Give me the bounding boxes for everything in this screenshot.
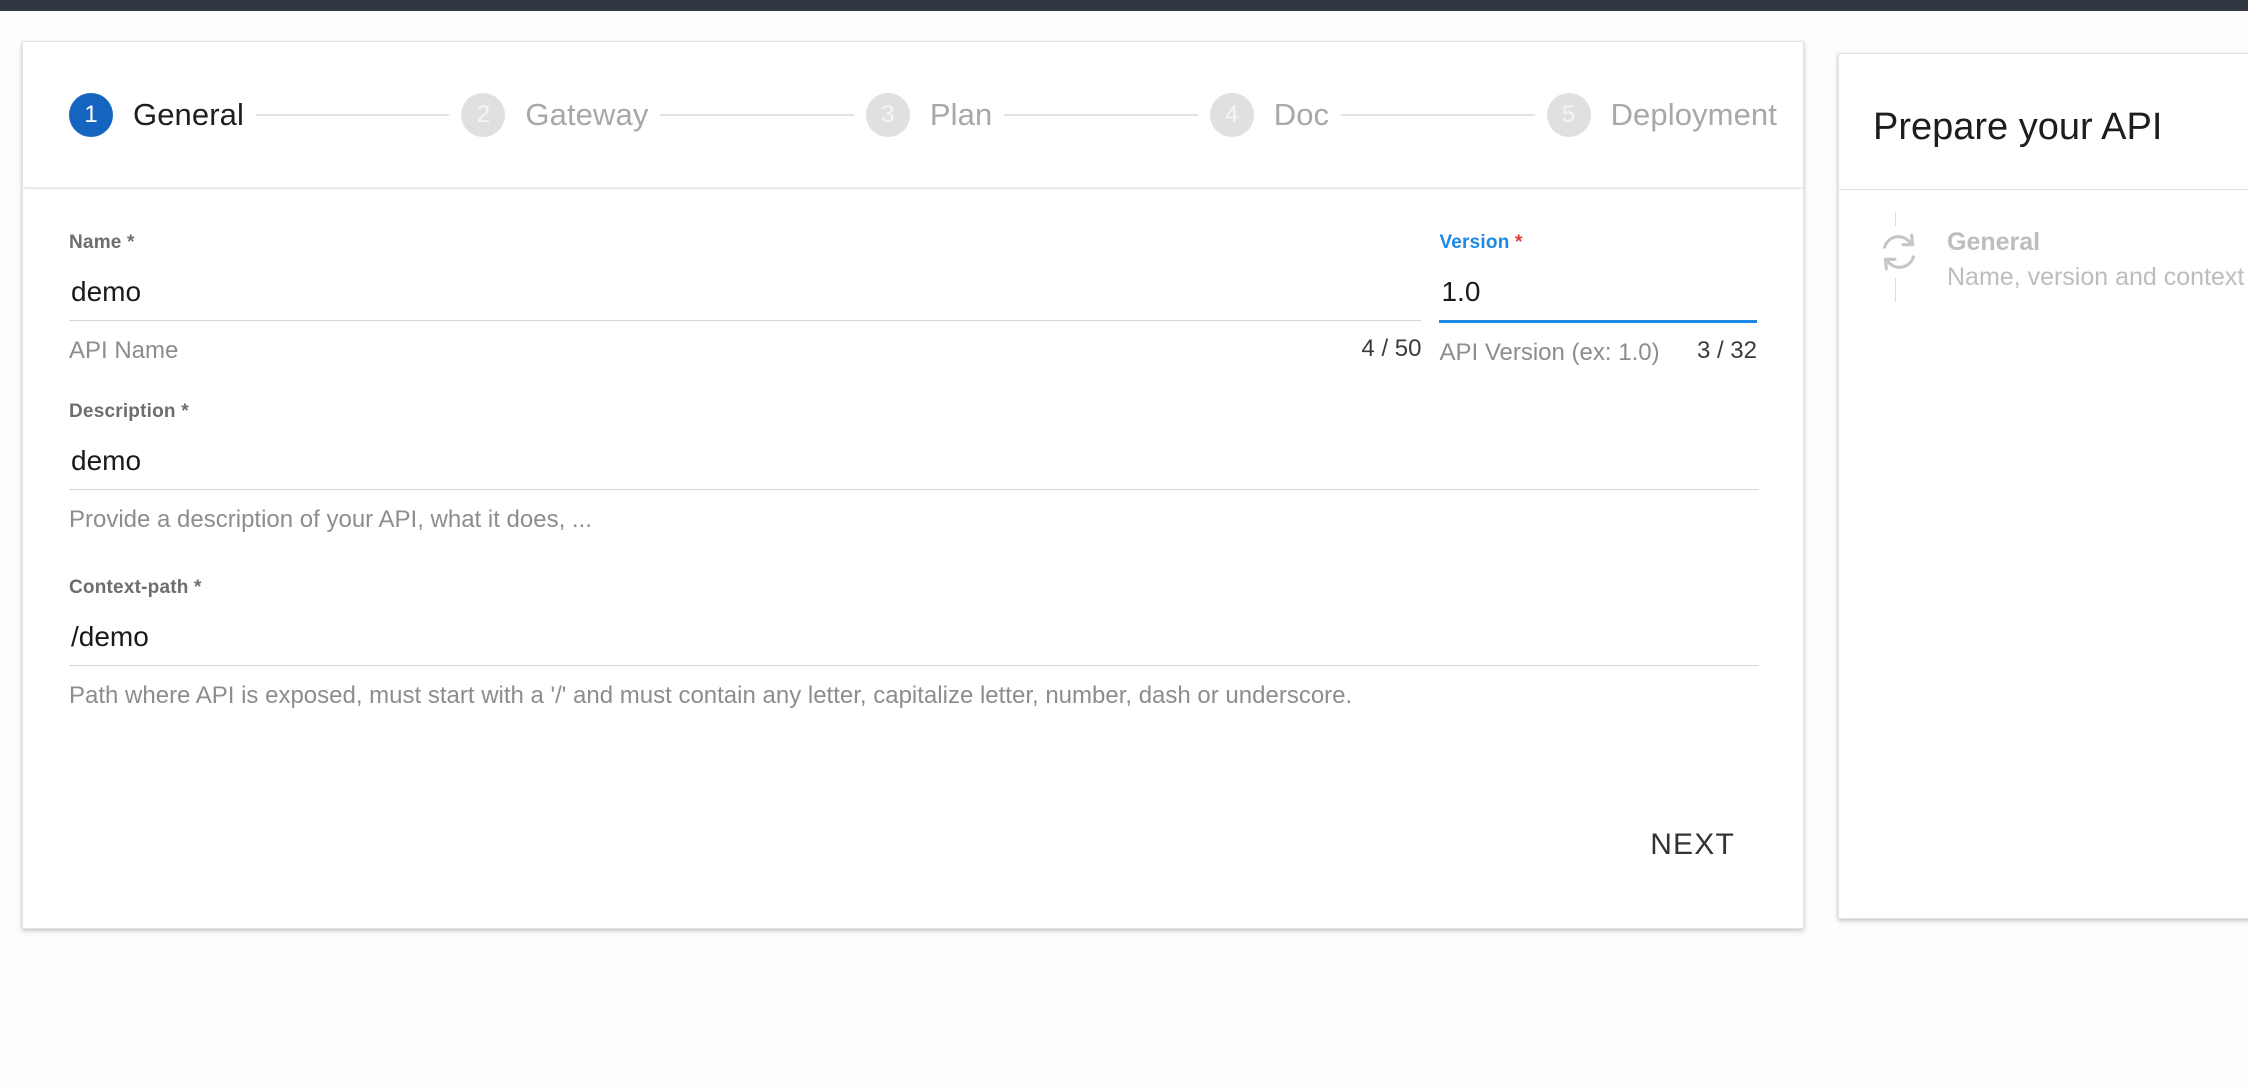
name-input[interactable] [69, 276, 1422, 320]
step-label-plan: Plan [929, 96, 993, 132]
field-description: Description * Provide a description of y… [69, 401, 1759, 544]
version-input[interactable] [1439, 276, 1757, 320]
field-name-required-marker: * [127, 232, 135, 253]
step-label-general: General [133, 96, 244, 132]
sync-icon [1873, 226, 1925, 278]
field-version-underline [1439, 320, 1757, 323]
step-number-badge-1: 1 [69, 92, 113, 137]
field-name: Name * API Name 4 / 50 [69, 232, 1422, 377]
field-context-path-underline [69, 664, 1759, 666]
field-context-path-footer: Path where API is exposed, must start wi… [69, 680, 1759, 712]
stepper-step-doc[interactable]: 4 Doc [1209, 92, 1330, 137]
field-description-label: Description * [69, 401, 1759, 423]
panel-item-title: General [1947, 228, 2041, 256]
form-spacer-1 [69, 377, 1757, 401]
api-wizard-card: 1 General 2 Gateway 3 Plan 4 Doc 5 Deplo… [22, 41, 1804, 929]
field-context-path-hint: Path where API is exposed, must start wi… [69, 681, 1353, 709]
step-label-doc: Doc [1273, 96, 1330, 132]
field-name-footer: API Name 4 / 50 [69, 335, 1421, 367]
field-description-footer: Provide a description of your API, what … [69, 504, 1759, 536]
field-name-hint: API Name [69, 337, 179, 364]
description-input[interactable] [69, 445, 1759, 490]
field-description-hint: Provide a description of your API, what … [69, 506, 592, 534]
step-number-badge-4: 4 [1209, 92, 1254, 137]
panel-title: Prepare your API [1873, 106, 2163, 148]
field-version-required-marker: * [1515, 232, 1523, 253]
step-connector-1 [256, 113, 450, 116]
general-step-form: Name * API Name 4 / 50 [23, 188, 1803, 928]
wizard-stepper: 1 General 2 Gateway 3 Plan 4 Doc 5 Deplo… [23, 42, 1803, 188]
panel-item-text: General Name, version and context [1947, 226, 2244, 292]
field-context-path-label-text: Context-path [69, 576, 189, 598]
field-version-input-wrap [1439, 276, 1757, 323]
field-version: Version * API Version (ex: 1.0) 3 / 32 [1439, 232, 1757, 377]
stepper-step-plan[interactable]: 3 Plan [865, 92, 993, 137]
field-name-label-text: Name [69, 232, 122, 253]
field-version-label: Version * [1439, 232, 1757, 254]
field-description-underline [69, 489, 1759, 491]
step-label-gateway: Gateway [525, 96, 649, 132]
field-context-path-required-marker: * [194, 576, 202, 598]
wizard-footer-actions: NEXT [1628, 818, 1757, 872]
step-connector-3 [1004, 113, 1198, 116]
step-number-badge-3: 3 [865, 92, 910, 137]
next-button[interactable]: NEXT [1628, 818, 1757, 872]
field-description-label-text: Description [69, 401, 176, 423]
field-description-input-wrap [69, 445, 1759, 491]
stepper-step-general[interactable]: 1 General [69, 92, 244, 137]
form-spacer-2 [69, 545, 1757, 577]
field-name-label: Name * [69, 232, 1421, 254]
field-context-path: Context-path * Path where API is exposed… [69, 577, 1759, 720]
field-name-counter: 4 / 50 [1361, 335, 1422, 362]
field-version-footer: API Version (ex: 1.0) 3 / 32 [1439, 337, 1757, 369]
field-description-required-marker: * [181, 401, 189, 423]
panel-item-subtitle: Name, version and context [1947, 263, 2245, 291]
form-row-name-version: Name * API Name 4 / 50 [69, 232, 1757, 377]
page-container: 1 General 2 Gateway 3 Plan 4 Doc 5 Deplo… [0, 11, 2248, 1090]
top-app-bar [0, 0, 2248, 11]
context-path-input[interactable] [69, 620, 1759, 665]
field-version-counter: 3 / 32 [1696, 337, 1757, 364]
field-context-path-label: Context-path * [69, 577, 1759, 599]
step-number-badge-2: 2 [461, 92, 506, 137]
step-label-deployment: Deployment [1610, 96, 1777, 132]
field-name-input-wrap [69, 276, 1422, 321]
stepper-step-gateway[interactable]: 2 Gateway [461, 92, 649, 137]
panel-item-general[interactable]: General Name, version and context [1873, 190, 2248, 302]
step-number-badge-5: 5 [1546, 92, 1591, 137]
stepper-step-deployment[interactable]: 5 Deployment [1546, 92, 1777, 137]
app-root: 1 General 2 Gateway 3 Plan 4 Doc 5 Deplo… [0, 0, 2248, 1090]
field-name-underline [69, 320, 1422, 321]
step-connector-2 [660, 113, 854, 116]
field-version-hint: API Version (ex: 1.0) [1439, 339, 1660, 366]
prepare-api-panel: Prepare your API General Name, version a… [1838, 53, 2248, 919]
step-connector-4 [1341, 113, 1535, 116]
field-version-label-text: Version [1439, 232, 1510, 253]
field-context-path-input-wrap [69, 620, 1759, 666]
